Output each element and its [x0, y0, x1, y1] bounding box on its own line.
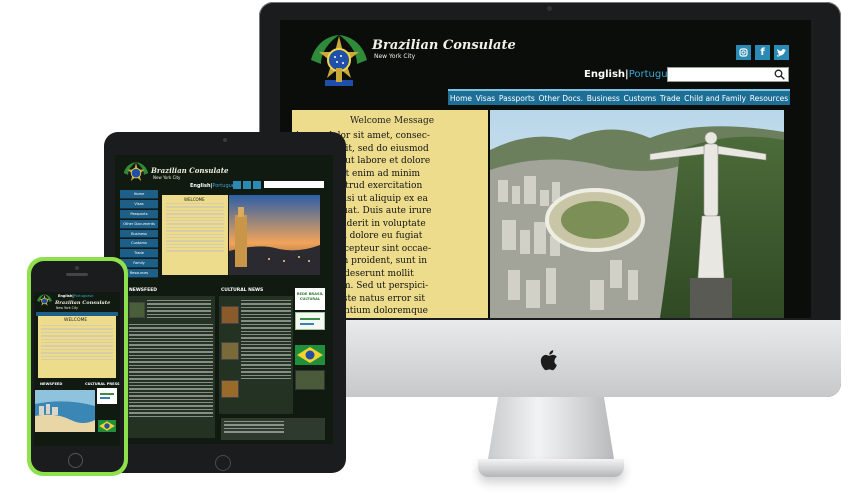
ipad-camera — [223, 138, 227, 142]
phone-site-subtitle: New York City — [56, 306, 78, 310]
phone-newsfeed-heading: NEWSFEED — [40, 382, 63, 386]
brazil-coat-of-arms-icon — [311, 35, 367, 86]
tablet-facebook-icon[interactable] — [243, 181, 251, 189]
nav-item-customs[interactable]: Customs — [623, 94, 658, 103]
partner-banner-secondary[interactable] — [295, 312, 325, 330]
search-icon[interactable] — [774, 69, 785, 80]
tablet-newsfeed-heading: NEWSFEED — [129, 288, 158, 293]
instagram-icon[interactable] — [736, 45, 751, 60]
iphone-home-button[interactable] — [68, 453, 83, 468]
phone-welcome-title: WELCOME — [64, 318, 88, 323]
iphone-camera — [75, 266, 79, 270]
phone-cultural-press-heading: CULTURAL PRESS — [85, 382, 120, 386]
tablet-site-title[interactable]: Brazilian Consulate — [151, 166, 228, 175]
cultural-thumbnail[interactable] — [221, 306, 239, 324]
brazil-flag-icon — [98, 420, 116, 432]
tablet-nav-item-home[interactable]: Home — [120, 190, 158, 199]
partner-banner-label: REDE BRASIL CULTURAL — [296, 292, 324, 301]
apple-logo-icon — [540, 350, 557, 371]
imac-stand-base — [478, 459, 624, 477]
cultural-thumbnail[interactable] — [221, 380, 239, 398]
brazil-coat-of-arms-icon — [123, 162, 149, 181]
nav-item-trade[interactable]: Trade — [659, 94, 682, 103]
nav-item-business[interactable]: Business — [586, 94, 621, 103]
news-thumbnail[interactable] — [129, 302, 145, 318]
tablet-english-link[interactable]: English — [190, 183, 211, 189]
tablet-side-photo[interactable] — [295, 370, 325, 390]
tablet-welcome-text — [166, 203, 224, 254]
phone-welcome-panel: WELCOME — [38, 316, 116, 378]
site-title[interactable]: Brazilian Consulate — [372, 38, 516, 53]
tablet-nav-item-other-documents[interactable]: Other Documents — [120, 219, 158, 229]
tablet-nav-item-passports[interactable]: Passports — [120, 209, 158, 219]
tablet-nav-item-trade[interactable]: Trade — [120, 249, 158, 259]
phone-welcome-text — [41, 325, 113, 362]
partner-banner[interactable]: REDE BRASIL CULTURAL — [295, 288, 325, 310]
brazil-flag-icon — [295, 345, 325, 365]
tablet-welcome-panel: WELCOME — [162, 195, 228, 275]
rio-hero-image — [490, 110, 784, 318]
nav-item-visas[interactable]: Visas — [475, 94, 496, 103]
tablet-twitter-icon[interactable] — [253, 181, 261, 189]
tablet-cultural-column — [219, 296, 293, 414]
nav-item-resources[interactable]: Resources — [749, 94, 789, 103]
ipad-home-button[interactable] — [215, 455, 231, 471]
english-link[interactable]: English — [584, 69, 625, 80]
tablet-newsfeed-column — [127, 296, 215, 438]
tablet-nav-item-business[interactable]: Business — [120, 229, 158, 239]
tablet-nav-item-customs[interactable]: Customs — [120, 239, 158, 249]
tablet-instagram-icon[interactable] — [233, 181, 241, 189]
site-subtitle: New York City — [374, 53, 416, 60]
phone-english-link[interactable]: English — [58, 294, 72, 298]
nav-item-passports[interactable]: Passports — [498, 94, 536, 103]
search-input[interactable] — [667, 67, 789, 82]
facebook-icon[interactable]: f — [755, 45, 770, 60]
tablet-cultural-news-heading: CULTURAL NEWS — [221, 288, 264, 293]
welcome-title: Welcome Message — [350, 116, 435, 126]
imac-stand-neck — [488, 397, 614, 459]
tablet-site-subtitle: New York City — [153, 175, 181, 180]
tablet-welcome-title: WELCOME — [184, 197, 205, 202]
nav-item-child-and-family[interactable]: Child and Family — [683, 94, 747, 103]
nav-item-other-docs[interactable]: Other Docs. — [538, 94, 584, 103]
nav-item-home[interactable]: Home — [449, 94, 473, 103]
imac-camera — [547, 6, 552, 11]
tablet-hero-image — [229, 195, 320, 275]
phone-beach-image — [35, 390, 95, 432]
phone-language-switch: English|Portuguese — [58, 294, 93, 298]
tablet-nav-item-visas[interactable]: Visas — [120, 199, 158, 209]
phone-portuguese-link[interactable]: Portuguese — [74, 294, 94, 298]
twitter-icon[interactable] — [774, 45, 789, 60]
cultural-thumbnail[interactable] — [221, 342, 239, 360]
tablet-search-input[interactable] — [264, 181, 324, 188]
main-nav: Home Visas Passports Other Docs. Busines… — [448, 89, 790, 105]
iphone-speaker — [66, 273, 88, 276]
tablet-footer — [221, 418, 325, 440]
phone-partner-banner[interactable] — [97, 388, 117, 404]
brazil-coat-of-arms-icon — [37, 294, 52, 306]
